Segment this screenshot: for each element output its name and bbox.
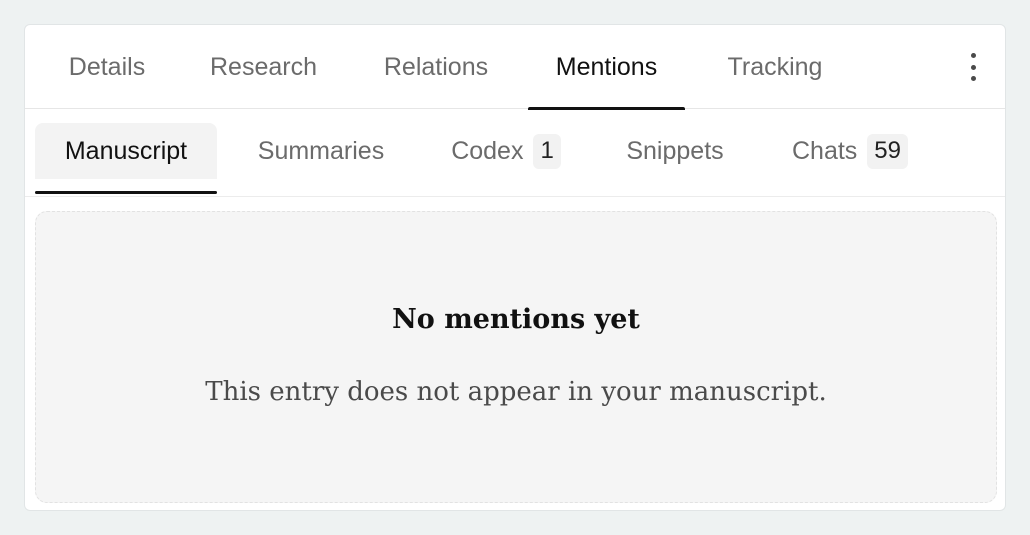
entry-panel: Details Research Relations Mentions Trac… xyxy=(24,24,1006,511)
subtab-codex[interactable]: Codex 1 xyxy=(437,123,575,179)
kebab-dot xyxy=(970,53,976,58)
kebab-dot xyxy=(970,64,976,70)
vertical-ellipsis-icon[interactable] xyxy=(963,51,983,83)
subtab-label: Codex xyxy=(451,136,524,165)
count-badge: 1 xyxy=(533,133,561,169)
kebab-dot xyxy=(970,76,976,81)
primary-tab-bar: Details Research Relations Mentions Trac… xyxy=(25,25,1005,110)
tab-tracking[interactable]: Tracking xyxy=(722,25,828,109)
tab-details[interactable]: Details xyxy=(65,25,149,109)
empty-state-description: This entry does not appear in your manus… xyxy=(205,377,827,407)
subtab-snippets[interactable]: Snippets xyxy=(607,123,743,179)
subtab-label: Snippets xyxy=(626,136,724,165)
tab-mentions[interactable]: Mentions xyxy=(528,25,685,110)
subtab-manuscript[interactable]: Manuscript xyxy=(35,123,217,194)
empty-state-title: No mentions yet xyxy=(392,304,640,335)
subtab-summaries[interactable]: Summaries xyxy=(237,123,405,179)
tab-relations[interactable]: Relations xyxy=(379,25,493,109)
subtab-label: Manuscript xyxy=(64,136,188,165)
subtab-chats[interactable]: Chats 59 xyxy=(777,123,923,179)
empty-state: No mentions yet This entry does not appe… xyxy=(35,211,997,503)
tab-research[interactable]: Research xyxy=(206,25,321,109)
secondary-tab-bar: Manuscript Summaries Codex 1 Snippets Ch… xyxy=(25,109,1005,197)
count-badge: 59 xyxy=(867,133,908,169)
subtab-label: Summaries xyxy=(257,136,385,165)
subtab-label: Chats xyxy=(791,136,858,165)
